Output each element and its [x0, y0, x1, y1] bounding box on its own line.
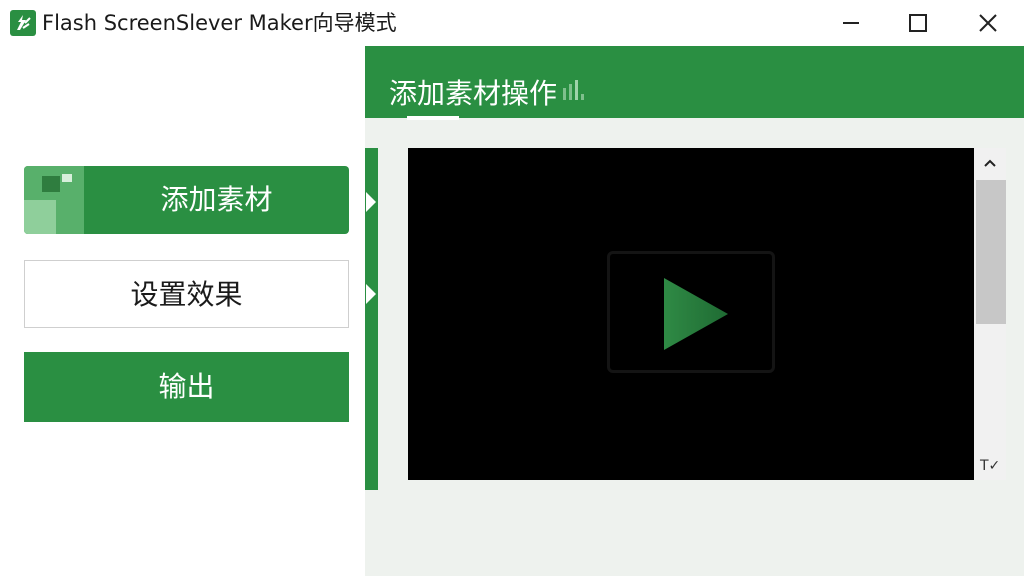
separator-arrow: [366, 284, 376, 304]
scroll-corner-label: T✓: [980, 458, 1001, 474]
nav-add-materials-button[interactable]: 添加素材: [24, 166, 349, 234]
separator-arrow: [366, 192, 376, 212]
scroll-up-button[interactable]: [974, 148, 1006, 178]
tab-header: 添加素材操作: [365, 46, 1024, 120]
nav-set-effects-button[interactable]: 设置效果: [24, 260, 349, 328]
app-window: Flash ScreenSlever Maker向导模式 添加素材 设置效果 输…: [0, 0, 1024, 576]
minimize-icon: [843, 22, 859, 24]
scrollbar-thumb[interactable]: [976, 180, 1006, 324]
nav-set-effects-label: 设置效果: [130, 278, 243, 311]
video-preview[interactable]: [408, 148, 974, 480]
play-icon[interactable]: [664, 278, 728, 350]
nav-output-label: 输出: [158, 370, 215, 403]
tab-add-materials-operation[interactable]: 添加素材操作: [389, 72, 557, 112]
nav-output-button[interactable]: 输出: [24, 352, 349, 422]
maximize-icon: [909, 14, 927, 32]
scroll-up-icon: [984, 159, 996, 167]
title-bar: Flash ScreenSlever Maker向导模式: [0, 0, 1024, 47]
signal-bars-icon: [563, 80, 584, 100]
close-icon: [979, 14, 997, 32]
minimize-button[interactable]: [815, 0, 887, 46]
content-panel: 添加素材操作 T✓: [365, 46, 1024, 576]
close-button[interactable]: [952, 0, 1024, 46]
nav-add-materials-label: 添加素材: [160, 183, 273, 216]
maximize-button[interactable]: [882, 0, 954, 46]
material-thumbnail: [24, 166, 84, 234]
app-logo-icon: [10, 10, 36, 36]
vertical-scrollbar[interactable]: T✓: [974, 148, 1006, 480]
window-title: Flash ScreenSlever Maker向导模式: [42, 11, 397, 35]
wizard-nav-panel: 添加素材 设置效果 输出: [0, 46, 365, 576]
tab-active-indicator: [407, 116, 459, 120]
